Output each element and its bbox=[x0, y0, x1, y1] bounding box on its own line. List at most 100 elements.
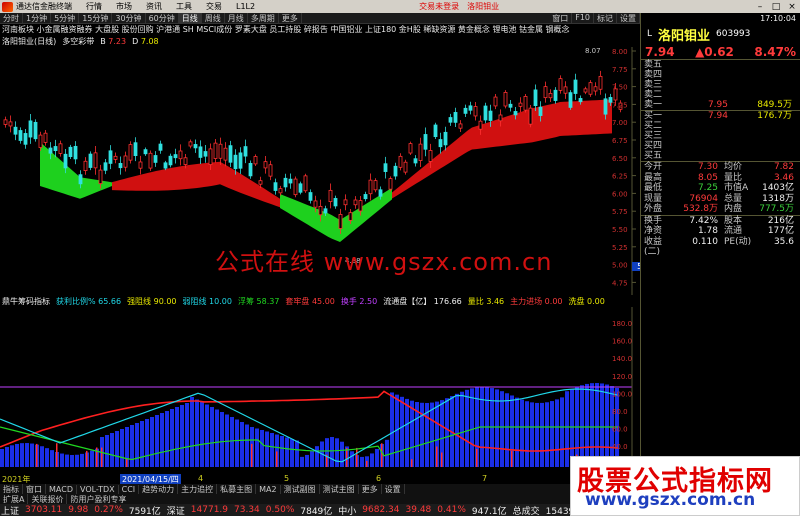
volume-bar bbox=[205, 404, 209, 467]
tab-more-indicators[interactable]: 更多 bbox=[359, 483, 382, 495]
ask-row[interactable]: 卖三 bbox=[644, 80, 797, 90]
toolbar-f10-button[interactable]: F10 bbox=[572, 12, 594, 24]
status-item: 14771.9 bbox=[190, 505, 229, 515]
price-tick-label: 6.25 bbox=[612, 173, 628, 181]
sub-tick-label: 60.0 bbox=[612, 426, 628, 434]
signal-bar bbox=[441, 452, 443, 467]
menu-item-l1l2[interactable]: L1L2 bbox=[236, 2, 255, 11]
bid-row[interactable]: 买三 bbox=[644, 131, 797, 141]
ask-row[interactable]: 卖二 bbox=[644, 90, 797, 100]
candle-body bbox=[203, 151, 208, 157]
candle-body bbox=[158, 143, 163, 151]
book-volume bbox=[728, 90, 792, 100]
status-item: 上证 bbox=[1, 506, 20, 516]
volume-bar bbox=[160, 413, 164, 467]
volume-bar bbox=[5, 447, 9, 467]
tab-exclusive[interactable]: 防用户盈利专享 bbox=[67, 494, 129, 505]
bid-row[interactable]: 买四 bbox=[644, 141, 797, 151]
volume-bar bbox=[200, 402, 204, 467]
candle-body bbox=[43, 132, 48, 143]
minimize-button[interactable]: – bbox=[752, 2, 768, 12]
candle-body bbox=[388, 178, 393, 190]
book-price: 7.95 bbox=[707, 100, 728, 110]
tab-monthly[interactable]: 月线 bbox=[225, 12, 248, 24]
tab-multi-period[interactable]: 多周期 bbox=[248, 12, 279, 24]
stat-label: 最高 bbox=[644, 172, 663, 183]
book-volume bbox=[728, 131, 792, 141]
book-volume bbox=[728, 151, 792, 161]
ask-row[interactable]: 卖一 7.95 849.5万 bbox=[644, 100, 797, 110]
menu-item-quotes[interactable]: 行情 bbox=[86, 1, 102, 12]
volume-bar bbox=[45, 448, 49, 467]
bid-row[interactable]: 买一 7.94 176.7万 bbox=[644, 111, 797, 121]
bid-row[interactable]: 买五 bbox=[644, 151, 797, 161]
candle-body bbox=[303, 175, 308, 192]
menu-item-tools[interactable]: 工具 bbox=[176, 1, 192, 12]
candle-body bbox=[333, 198, 338, 207]
candle-body bbox=[393, 165, 398, 177]
tab-cci[interactable]: CCI bbox=[119, 484, 140, 494]
tab-settings[interactable]: 设置 bbox=[382, 483, 405, 495]
volume-bar bbox=[360, 456, 364, 467]
ask-row[interactable]: 卖四 bbox=[644, 70, 797, 80]
volume-bar bbox=[595, 383, 599, 467]
bid-book: 买一 7.94 176.7万 买二 买三 买四 买五 bbox=[641, 111, 800, 161]
ask-row[interactable]: 卖五 bbox=[644, 60, 797, 70]
indicator-name[interactable]: 多空彩带 bbox=[62, 36, 94, 47]
app-title: 通达信金融终端 bbox=[16, 2, 72, 11]
tab-5min[interactable]: 5分钟 bbox=[51, 12, 80, 24]
tab-ma2[interactable]: MA2 bbox=[256, 484, 281, 494]
volume-bar bbox=[80, 453, 84, 467]
volume-bar bbox=[140, 421, 144, 467]
candle-body bbox=[598, 75, 603, 90]
menu-item-market[interactable]: 市场 bbox=[116, 1, 132, 12]
maximize-button[interactable]: □ bbox=[768, 2, 784, 12]
tab-private-main[interactable]: 私募主图 bbox=[217, 483, 257, 495]
sub-legend-item: 浮筹 58.37 bbox=[237, 297, 280, 306]
tab-trend-power[interactable]: 趋势动力 bbox=[139, 483, 179, 495]
tab-related-quotes[interactable]: 关联报价 bbox=[28, 493, 68, 505]
tab-macd[interactable]: MACD bbox=[46, 484, 77, 494]
price-tick-label: 6.75 bbox=[612, 137, 628, 145]
tab-main-force[interactable]: 主力追控 bbox=[178, 483, 218, 495]
volume-bar bbox=[580, 385, 584, 467]
tab-vol-tdx[interactable]: VOL-TDX bbox=[77, 484, 119, 494]
tab-daily[interactable]: 日线 bbox=[178, 12, 202, 24]
candle-body bbox=[353, 199, 358, 206]
tab-30min[interactable]: 30分钟 bbox=[112, 12, 146, 24]
trade-login-status[interactable]: 交易未登录 bbox=[419, 1, 459, 12]
stock-name: 洛阳钼业 bbox=[658, 28, 711, 44]
candle-body bbox=[73, 145, 78, 160]
candle-body bbox=[38, 134, 43, 148]
candle-body bbox=[33, 121, 38, 140]
volume-bar bbox=[465, 389, 469, 467]
stock-title: L 洛阳钼业 603993 bbox=[641, 24, 800, 44]
menu-item-news[interactable]: 资讯 bbox=[146, 1, 162, 12]
promo-banner[interactable]: 股票公式指标网 www.gszx.com.cn bbox=[570, 456, 800, 516]
tab-more[interactable]: 更多 bbox=[279, 12, 302, 24]
volume-bar bbox=[65, 454, 69, 467]
menu-item-trade[interactable]: 交易 bbox=[206, 1, 222, 12]
signal-bar bbox=[366, 460, 368, 467]
volume-bar bbox=[230, 417, 234, 467]
candle-body bbox=[343, 199, 348, 206]
toolbar-window-button[interactable]: 窗口 bbox=[549, 12, 573, 24]
sub-tick-label: 120.0 bbox=[612, 373, 632, 381]
tab-1min[interactable]: 1分钟 bbox=[23, 12, 52, 24]
tab-15min[interactable]: 15分钟 bbox=[79, 12, 113, 24]
candle-body bbox=[523, 96, 528, 111]
tab-test-main[interactable]: 测试主图 bbox=[320, 483, 359, 495]
tab-intraday[interactable]: 分时 bbox=[0, 12, 23, 24]
candle-body bbox=[298, 183, 303, 193]
book-volume bbox=[728, 70, 792, 80]
tab-test-sub[interactable]: 测试副图 bbox=[281, 483, 320, 495]
price-tick-label: 7.00 bbox=[612, 119, 628, 127]
sub-indicator-title[interactable]: 鼎牛筹码指标 bbox=[2, 296, 50, 307]
tab-weekly[interactable]: 周线 bbox=[202, 12, 225, 24]
sub-indicator-chart[interactable]: 180.0160.0140.0120.0100.080.060.040.020.… bbox=[0, 307, 640, 474]
toolbar-mark-button[interactable]: 标记 bbox=[594, 12, 617, 24]
bid-row[interactable]: 买二 bbox=[644, 121, 797, 131]
toolbar-settings-button[interactable]: 设置 bbox=[617, 12, 640, 24]
tab-60min[interactable]: 60分钟 bbox=[146, 12, 179, 24]
close-button[interactable]: × bbox=[784, 2, 800, 12]
